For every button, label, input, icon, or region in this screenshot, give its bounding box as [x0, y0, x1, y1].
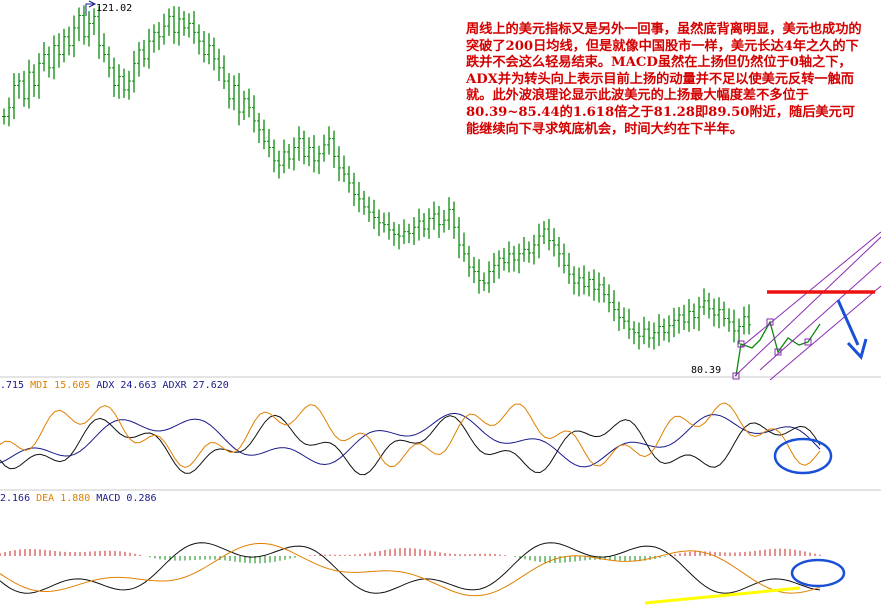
- macd-legend: 2.166 DEA 1.880 MACD 0.286: [0, 493, 163, 504]
- macd-legend-item: 2.166: [0, 493, 31, 504]
- dmi-legend-item: MDI 15.605: [30, 380, 91, 391]
- down-arrow-shaft: [836, 299, 860, 346]
- channel-line: [739, 231, 881, 349]
- high-price-tag: 121.02: [96, 3, 133, 14]
- dmi-legend-item: ADX 24.663: [96, 380, 157, 391]
- macd-legend-item: DEA 1.880: [36, 493, 91, 504]
- channel-line: [769, 285, 881, 381]
- chart-stage: .715 MDI 15.605 ADX 24.663 ADXR 27.620 2.16…: [0, 0, 881, 608]
- adx-line: [0, 412, 821, 468]
- dmi-legend-item: .715: [0, 380, 25, 391]
- macd-legend-item: MACD 0.286: [96, 493, 157, 504]
- pdi-line: [0, 414, 821, 476]
- annotation-note: 周线上的美元指标又是另外一回事，虽然底背离明显，美元也成功的突破了200日均线，…: [466, 22, 862, 137]
- dmi-legend: .715 MDI 15.605 ADX 24.663 ADXR 27.620: [0, 380, 235, 391]
- divergence-line: [644, 586, 801, 605]
- macd-highlight-circle: [790, 558, 846, 588]
- dmi-legend-item: ADXR 27.620: [162, 380, 229, 391]
- dmi-highlight-circle: [773, 437, 833, 475]
- low-price-tag: 80.39: [691, 365, 722, 376]
